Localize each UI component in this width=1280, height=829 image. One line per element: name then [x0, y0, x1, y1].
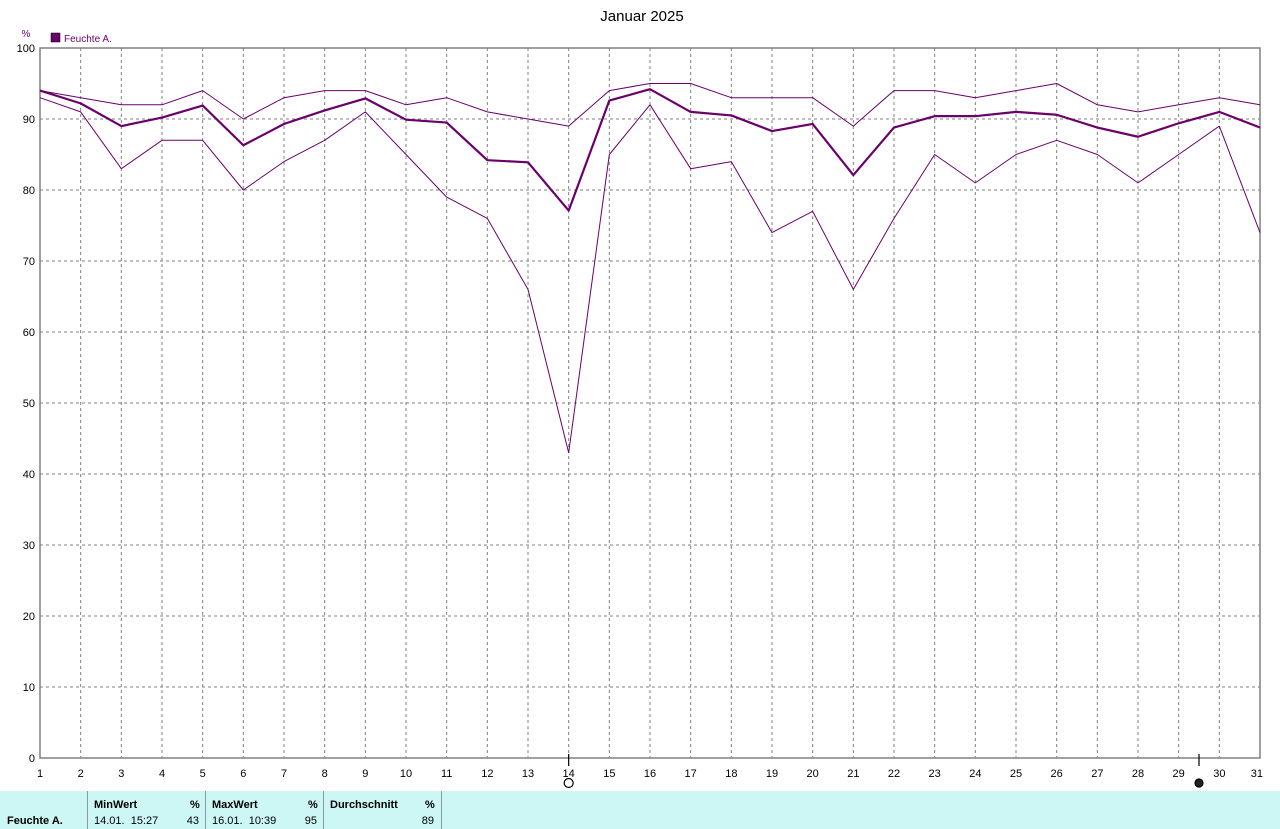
- chart-title: Januar 2025: [600, 8, 683, 25]
- avg-label: Durchschnitt: [330, 799, 398, 811]
- x-tick-label: 28: [1132, 768, 1144, 780]
- x-tick-label: 29: [1173, 768, 1185, 780]
- y-axis-unit: %: [22, 29, 31, 40]
- max-datetime: 16.01. 10:39: [212, 815, 277, 827]
- y-tick-label: 90: [23, 114, 35, 126]
- x-tick-label: 9: [362, 768, 368, 780]
- x-tick-label: 30: [1213, 768, 1225, 780]
- summary-panel: Feuchte A. MinWert % 14.01. 15:27 43 Max…: [0, 791, 1280, 829]
- x-tick-label: 17: [685, 768, 697, 780]
- axes: 01020304050607080901001 2 3 4 5 6 7 8 9 10 11 12 13 1…: [17, 43, 1263, 780]
- x-tick-label: 4: [159, 768, 165, 780]
- x-tick-label: 6: [240, 768, 246, 780]
- moon-phase-markers: [563, 754, 1204, 789]
- y-tick-label: 70: [23, 256, 35, 268]
- avg-value: 89: [421, 815, 434, 827]
- x-tick-label: 3: [118, 768, 124, 780]
- min-datetime: 14.01. 15:27: [94, 815, 159, 827]
- x-tick-label: 1: [37, 768, 43, 780]
- y-tick-label: 100: [17, 43, 35, 55]
- x-tick-label: 25: [1010, 768, 1022, 780]
- x-tick-label: 31: [1251, 768, 1263, 780]
- y-tick-label: 50: [23, 398, 35, 410]
- x-tick-label: 5: [200, 768, 206, 780]
- x-tick-label: 12: [481, 768, 493, 780]
- y-tick-label: 30: [23, 540, 35, 552]
- y-tick-label: 40: [23, 469, 35, 481]
- min-unit: %: [190, 799, 200, 811]
- x-tick-label: 2: [78, 768, 84, 780]
- x-tick-label: 22: [888, 768, 900, 780]
- x-tick-label: 10: [400, 768, 412, 780]
- min-value: 43: [186, 815, 199, 827]
- y-tick-label: 80: [23, 185, 35, 197]
- max-value: 95: [304, 815, 317, 827]
- min-label: MinWert: [94, 799, 138, 811]
- max-label: MaxWert: [212, 799, 258, 811]
- avg-unit: %: [425, 799, 435, 811]
- x-tick-label: 23: [929, 768, 941, 780]
- x-tick-label: 15: [603, 768, 615, 780]
- x-tick-label: 8: [322, 768, 328, 780]
- grid: [40, 48, 1260, 758]
- new-moon-icon: [1194, 778, 1204, 788]
- chart: 01020304050607080901001 2 3 4 5 6 7 8 9 10 11 12 13 1…: [17, 8, 1263, 789]
- x-tick-label: 27: [1091, 768, 1103, 780]
- x-tick-label: 11: [441, 768, 452, 780]
- x-tick-label: 26: [1051, 768, 1063, 780]
- x-tick-label: 19: [766, 768, 778, 780]
- x-tick-label: 21: [847, 768, 859, 780]
- full-moon-icon: [563, 777, 574, 789]
- y-tick-label: 60: [23, 327, 35, 339]
- x-tick-label: 16: [644, 768, 656, 780]
- x-tick-label: 18: [725, 768, 737, 780]
- x-tick-label: 20: [807, 768, 819, 780]
- max-unit: %: [308, 799, 318, 811]
- x-tick-label: 7: [281, 768, 287, 780]
- y-tick-label: 20: [23, 611, 35, 623]
- x-tick-label: 24: [969, 768, 981, 780]
- legend-label: Feuchte A.: [64, 34, 112, 45]
- x-tick-label: 13: [522, 768, 534, 780]
- y-tick-label: 10: [23, 682, 35, 694]
- y-tick-label: 0: [29, 753, 35, 765]
- summary-series-label: Feuchte A.: [7, 815, 63, 827]
- legend-swatch: [50, 32, 61, 43]
